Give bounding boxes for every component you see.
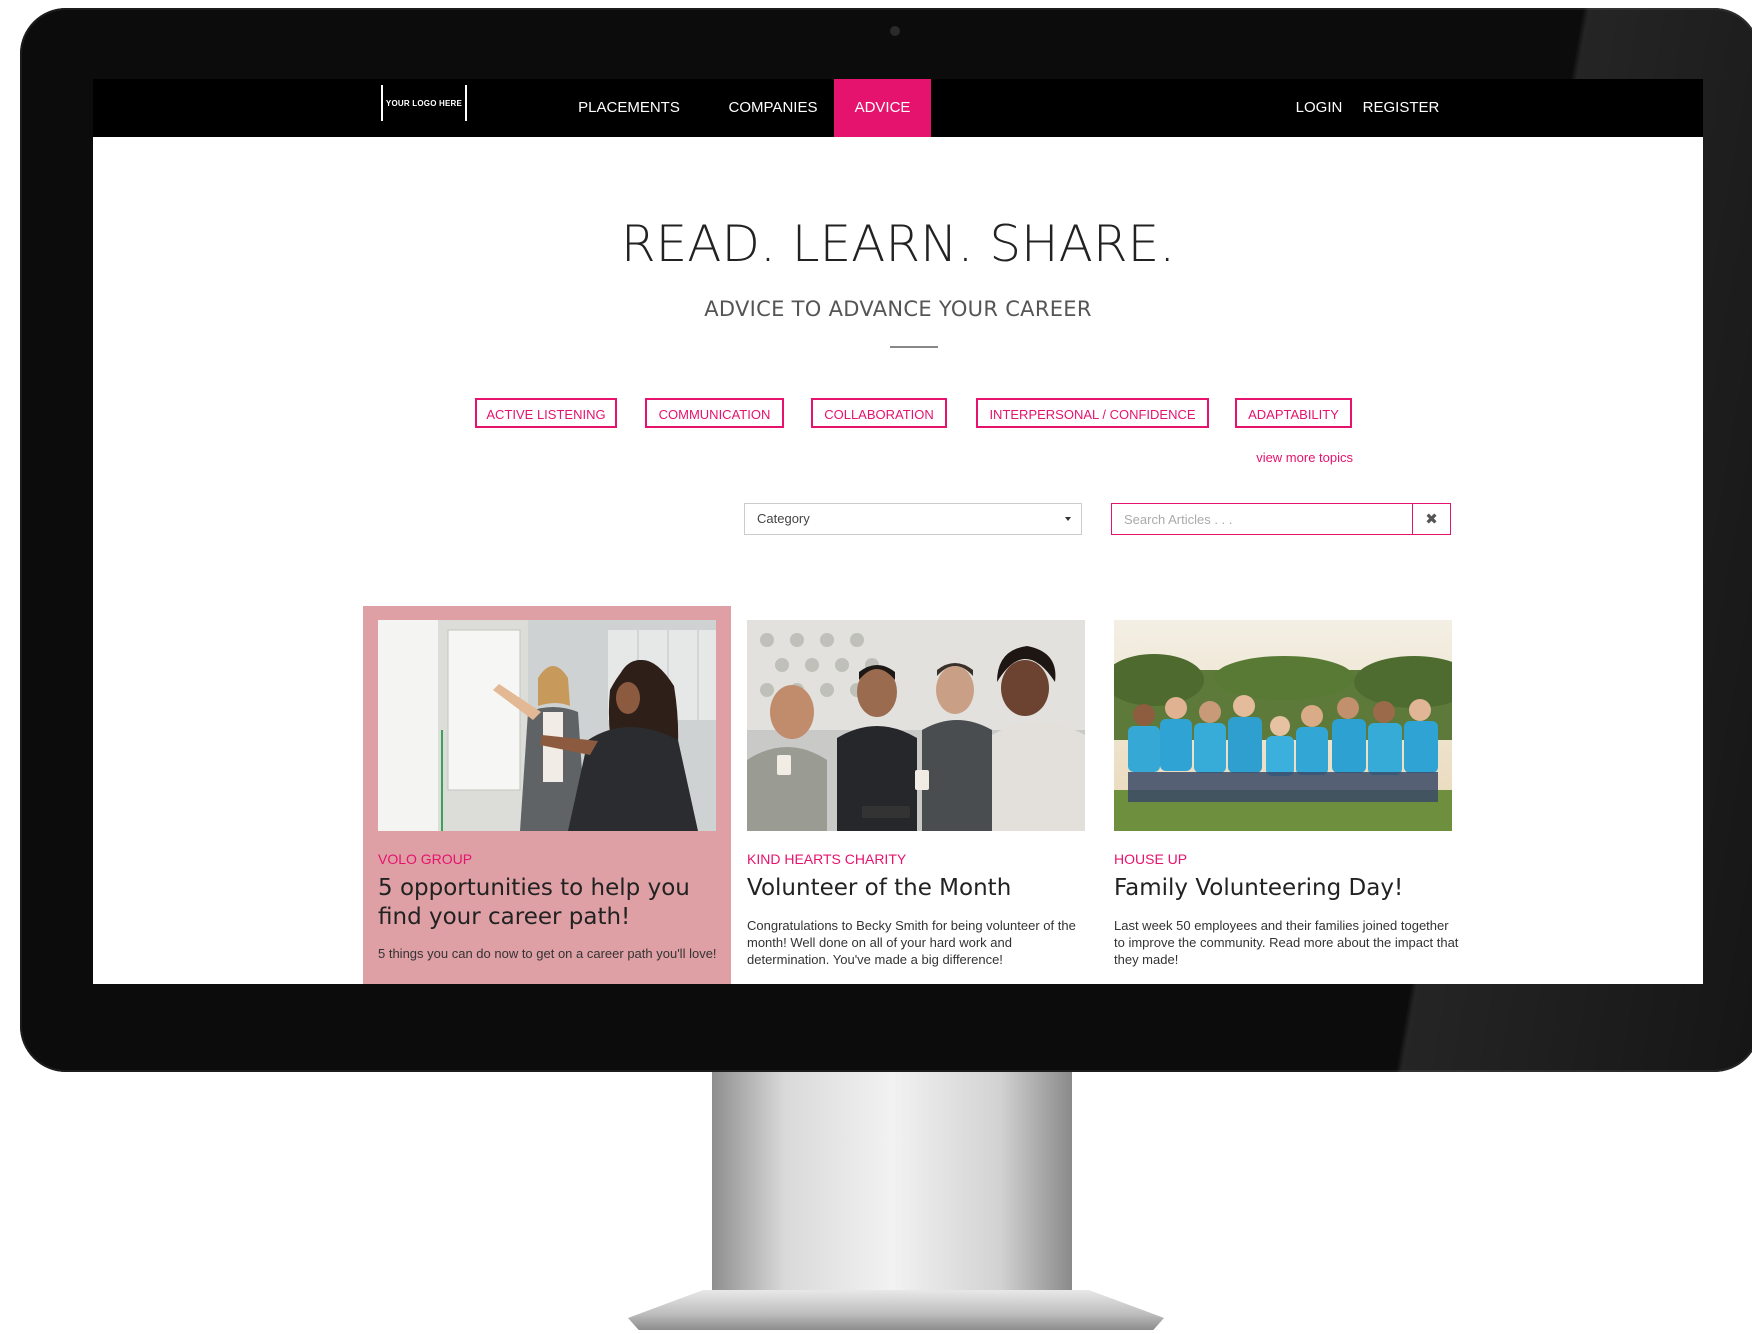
article-card[interactable]: HOUSE UP Family Volunteering Day! Last w… bbox=[1099, 606, 1467, 984]
register-link[interactable]: REGISTER bbox=[1361, 79, 1441, 137]
nav-placements[interactable]: PLACEMENTS bbox=[573, 79, 685, 137]
woman-writing-on-whiteboard-photo bbox=[378, 620, 716, 831]
monitor-stand-base bbox=[628, 1290, 1164, 1330]
article-company: HOUSE UP bbox=[1114, 851, 1188, 867]
monitor-stand bbox=[712, 1072, 1072, 1292]
caret-down-icon bbox=[1065, 517, 1071, 521]
desktop-monitor-mockup: YOUR LOGO HERE PLACEMENTS COMPANIES ADVI… bbox=[0, 0, 1752, 1334]
title-divider bbox=[890, 346, 938, 348]
article-title[interactable]: Family Volunteering Day! bbox=[1114, 874, 1459, 903]
article-card-featured[interactable]: VOLO GROUP 5 opportunities to help you f… bbox=[363, 606, 731, 984]
view-more-topics-link[interactable]: view more topics bbox=[1253, 450, 1353, 465]
article-card[interactable]: KIND HEARTS CHARITY Volunteer of the Mon… bbox=[732, 606, 1100, 984]
group-with-coffee-and-tablet-photo bbox=[747, 620, 1085, 831]
close-icon[interactable]: ✖ bbox=[1412, 504, 1450, 534]
category-select[interactable]: Category bbox=[744, 503, 1082, 535]
site-logo[interactable]: YOUR LOGO HERE bbox=[381, 85, 467, 121]
article-company: KIND HEARTS CHARITY bbox=[747, 851, 907, 867]
topic-interpersonal-confidence[interactable]: INTERPERSONAL / CONFIDENCE bbox=[976, 398, 1209, 428]
article-image-volunteers[interactable] bbox=[1114, 620, 1452, 831]
article-excerpt: Last week 50 employees and their familie… bbox=[1114, 918, 1459, 967]
article-company: VOLO GROUP bbox=[378, 851, 473, 867]
search-box: ✖ bbox=[1111, 503, 1451, 535]
article-image-group[interactable] bbox=[747, 620, 1085, 831]
topic-active-listening[interactable]: ACTIVE LISTENING bbox=[475, 398, 617, 428]
category-select-value: Category bbox=[757, 511, 810, 526]
page-subtitle: ADVICE TO ADVANCE YOUR CAREER bbox=[704, 297, 1092, 321]
volunteers-in-blue-shirts-photo bbox=[1114, 620, 1452, 831]
article-title[interactable]: 5 opportunities to help you find your ca… bbox=[378, 874, 723, 932]
screen: YOUR LOGO HERE PLACEMENTS COMPANIES ADVI… bbox=[93, 79, 1703, 984]
search-input[interactable] bbox=[1112, 504, 1412, 534]
nav-companies[interactable]: COMPANIES bbox=[723, 79, 823, 137]
topic-collaboration[interactable]: COLLABORATION bbox=[811, 398, 947, 428]
topic-communication[interactable]: COMMUNICATION bbox=[645, 398, 784, 428]
camera-dot bbox=[890, 26, 900, 36]
topic-adaptability[interactable]: ADAPTABILITY bbox=[1235, 398, 1352, 428]
article-image-whiteboard[interactable] bbox=[378, 620, 716, 831]
article-title[interactable]: Volunteer of the Month bbox=[747, 874, 1092, 903]
login-link[interactable]: LOGIN bbox=[1289, 79, 1349, 137]
article-excerpt: 5 things you can do now to get on a care… bbox=[378, 946, 717, 961]
navbar: YOUR LOGO HERE PLACEMENTS COMPANIES ADVI… bbox=[93, 79, 1703, 137]
page-title: READ. LEARN. SHARE. bbox=[620, 215, 1176, 273]
nav-advice[interactable]: ADVICE bbox=[834, 79, 931, 137]
article-excerpt: Congratulations to Becky Smith for being… bbox=[747, 918, 1076, 967]
